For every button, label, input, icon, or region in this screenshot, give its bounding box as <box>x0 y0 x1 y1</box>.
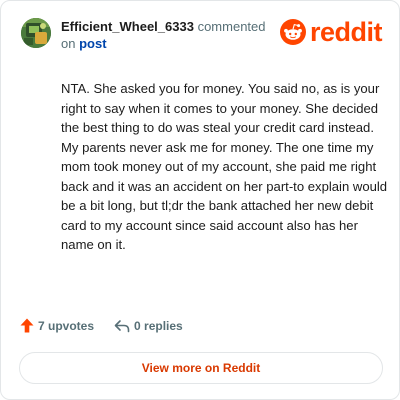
replies-count: 0 replies <box>134 318 183 333</box>
avatar-image <box>21 18 51 48</box>
upvote-arrow-icon[interactable] <box>20 318 34 333</box>
reddit-wordmark: reddit <box>310 17 383 47</box>
commented-text: commented <box>197 19 266 34</box>
upvotes-count: 7 upvotes <box>38 318 95 333</box>
reply-icon[interactable] <box>114 319 130 333</box>
on-text: on <box>61 36 76 51</box>
upvote-action[interactable]: 7 upvotes <box>20 318 94 333</box>
reddit-snoo-icon <box>280 19 306 45</box>
reddit-logo[interactable]: reddit <box>280 17 383 47</box>
comment-header: Efficient_Wheel_6333 commented on post <box>61 18 271 52</box>
user-avatar[interactable] <box>21 18 51 48</box>
comment-body: NTA. She asked you for money. You said n… <box>61 81 388 252</box>
comment-actions: 7 upvotes 0 replies <box>20 318 183 333</box>
reply-action[interactable]: 0 replies <box>114 319 183 333</box>
comment-embed-card: Efficient_Wheel_6333 commented on post r… <box>0 0 400 400</box>
username-link[interactable]: Efficient_Wheel_6333 <box>61 19 194 34</box>
post-link[interactable]: post <box>79 36 106 51</box>
view-more-button[interactable]: View more on Reddit <box>19 352 383 384</box>
